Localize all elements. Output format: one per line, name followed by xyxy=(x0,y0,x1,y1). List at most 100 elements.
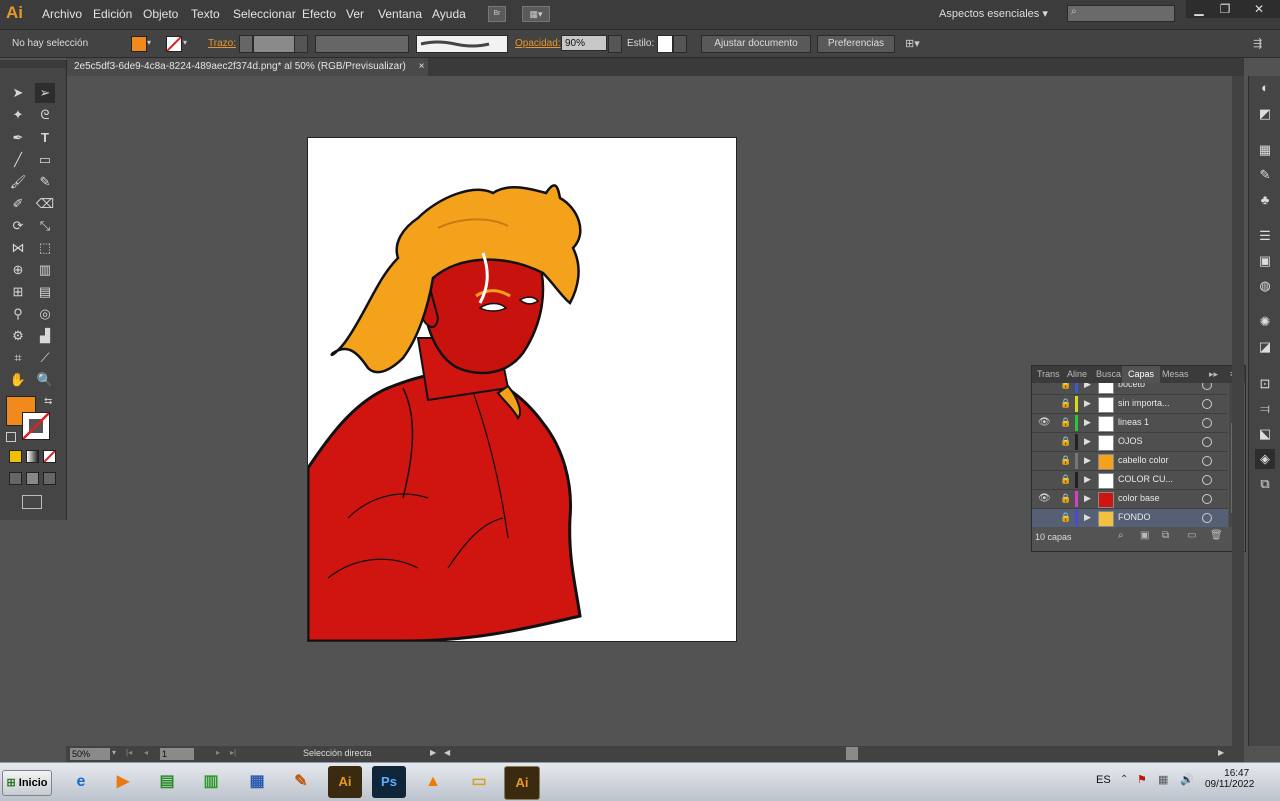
vlc-icon[interactable]: ▲ xyxy=(416,766,450,798)
expand-arrow-icon[interactable]: ▶ xyxy=(1084,474,1091,485)
lasso-tool-icon[interactable]: ᘓ xyxy=(35,105,55,125)
shape-builder-tool-icon[interactable]: ⊕ xyxy=(8,260,28,280)
zoom-input[interactable]: 50% xyxy=(70,748,110,760)
opacity-dropdown[interactable] xyxy=(608,35,622,53)
tab-layers[interactable]: Capas xyxy=(1122,366,1160,383)
expand-arrow-icon[interactable]: ▶ xyxy=(1084,455,1091,466)
illustrator-active-icon[interactable]: Ai xyxy=(504,766,540,800)
preferences-button[interactable]: Preferencias xyxy=(817,35,895,53)
fit-document-button[interactable]: Ajustar documento xyxy=(701,35,811,53)
stroke-color-swatch[interactable] xyxy=(166,36,182,52)
new-sublayer-icon[interactable]: ⧉ xyxy=(1162,530,1169,541)
graphic-style-swatch[interactable] xyxy=(657,35,673,53)
stroke-weight-dropdown[interactable] xyxy=(294,35,308,53)
monitor-icon[interactable]: ▤ xyxy=(150,766,184,798)
scroll-left-icon[interactable]: ◀ xyxy=(444,748,450,757)
magic-wand-tool-icon[interactable]: ✦ xyxy=(8,105,28,125)
fill-dropdown-icon[interactable]: ▾ xyxy=(147,36,157,50)
target-icon[interactable] xyxy=(1202,475,1212,485)
paintbrush-tool-icon[interactable]: 🖌 xyxy=(8,172,28,192)
first-artboard-icon[interactable]: |◂ xyxy=(126,748,132,757)
draw-behind-icon[interactable] xyxy=(26,472,39,485)
expand-arrow-icon[interactable]: ▶ xyxy=(1084,417,1091,428)
status-menu-arrow-icon[interactable]: ▶ xyxy=(430,748,436,757)
delete-layer-icon[interactable]: 🗑 xyxy=(1210,530,1223,541)
draw-normal-icon[interactable] xyxy=(9,472,22,485)
language-indicator[interactable]: ES xyxy=(1096,774,1111,786)
artboard-number-input[interactable]: 1 xyxy=(160,748,194,760)
scroll-right-icon[interactable]: ▶ xyxy=(1218,748,1224,757)
workspace-switcher[interactable]: Aspectos esenciales ▾ xyxy=(939,7,1048,20)
target-icon[interactable] xyxy=(1202,456,1212,466)
gradient-panel-icon[interactable]: ▣ xyxy=(1255,251,1275,271)
symbol-sprayer-tool-icon[interactable]: ⚙ xyxy=(8,326,28,346)
color-panel-icon[interactable]: ◐ xyxy=(1255,78,1275,98)
brush-definition[interactable] xyxy=(416,35,508,53)
graphic-style-dropdown[interactable] xyxy=(673,35,687,53)
calendar-icon[interactable]: ▦ xyxy=(240,766,274,798)
canvas-vertical-scrollbar[interactable] xyxy=(1232,76,1244,746)
artboard-tool-icon[interactable]: ⌗ xyxy=(8,348,28,368)
swatches-icon[interactable]: ▦ xyxy=(1255,140,1275,160)
folder-icon[interactable]: ▭ xyxy=(462,766,496,798)
target-icon[interactable] xyxy=(1202,399,1212,409)
eye-icon[interactable]: 👁 xyxy=(1038,417,1051,428)
action-center-icon[interactable]: ⚑ xyxy=(1137,773,1147,786)
type-tool-icon[interactable]: T xyxy=(35,128,55,148)
volume-icon[interactable]: 🔊 xyxy=(1180,773,1194,786)
menu-objeto[interactable]: Objeto xyxy=(143,7,178,21)
expand-arrow-icon[interactable]: ▶ xyxy=(1084,436,1091,447)
close-window-button[interactable]: ✕ xyxy=(1238,0,1280,18)
menu-texto[interactable]: Texto xyxy=(191,7,220,21)
layer-row[interactable]: 🔒 ▶ OJOS xyxy=(1032,433,1228,452)
clock[interactable]: 16:47 09/11/2022 xyxy=(1205,768,1254,790)
expand-arrow-icon[interactable]: ▶ xyxy=(1084,383,1091,390)
menu-ventana[interactable]: Ventana xyxy=(378,7,422,21)
search-input[interactable]: ⌕ xyxy=(1067,5,1175,22)
line-tool-icon[interactable]: ╱ xyxy=(8,150,28,170)
arrange-documents-icon[interactable]: ▦▾ xyxy=(522,6,550,22)
menu-ayuda[interactable]: Ayuda xyxy=(432,7,466,21)
lock-icon[interactable]: 🔒 xyxy=(1060,493,1071,503)
tab-search[interactable]: Busca xyxy=(1096,366,1121,383)
stroke-dropdown-icon[interactable]: ▾ xyxy=(183,36,193,50)
transparency-icon[interactable]: ◍ xyxy=(1255,276,1275,296)
collapse-panel-icon[interactable]: ▸▸ xyxy=(1209,366,1218,383)
pathfinder-icon[interactable]: ⬕ xyxy=(1255,424,1275,444)
slice-tool-icon[interactable]: ⟋ xyxy=(35,348,55,368)
network-icon[interactable]: ▦ xyxy=(1158,773,1168,786)
align-icon[interactable]: ⫤ xyxy=(1255,399,1275,419)
artboard[interactable] xyxy=(307,137,737,642)
lock-icon[interactable]: 🔒 xyxy=(1060,455,1071,465)
pencil-tool-icon[interactable]: ✎ xyxy=(35,172,55,192)
make-clipping-mask-icon[interactable]: ▣ xyxy=(1140,530,1149,541)
transform-icon[interactable]: ⊡ xyxy=(1255,374,1275,394)
screen-mode-icon[interactable] xyxy=(22,495,42,509)
close-tab-icon[interactable]: × xyxy=(419,61,425,72)
show-hidden-icons-icon[interactable]: ⌃ xyxy=(1120,774,1128,785)
menu-edicion[interactable]: Edición xyxy=(93,7,132,21)
menu-archivo[interactable]: Archivo xyxy=(42,7,82,21)
lock-icon[interactable]: 🔒 xyxy=(1060,512,1071,522)
chart-icon[interactable]: ▥ xyxy=(194,766,228,798)
target-icon[interactable] xyxy=(1202,383,1212,390)
prev-artboard-icon[interactable]: ◂ xyxy=(144,748,148,757)
free-transform-tool-icon[interactable]: ⬚ xyxy=(35,238,55,258)
scale-tool-icon[interactable]: ⤡ xyxy=(35,216,55,236)
target-icon[interactable] xyxy=(1202,494,1212,504)
brushes-icon[interactable]: ✎ xyxy=(1255,165,1275,185)
locate-object-icon[interactable]: ⌕ xyxy=(1118,530,1124,541)
artboards-icon[interactable]: ⧉ xyxy=(1255,474,1275,494)
zoom-dropdown-icon[interactable]: ▾ xyxy=(112,748,116,757)
horizontal-scroll-thumb[interactable] xyxy=(846,747,858,760)
stroke-weight-stepper[interactable] xyxy=(239,35,253,53)
symbols-icon[interactable]: ♣ xyxy=(1255,190,1275,210)
menu-ver[interactable]: Ver xyxy=(346,7,364,21)
layer-row[interactable]: 👁 🔒 ▶ lineas 1 xyxy=(1032,414,1228,433)
photoshop-icon[interactable]: Ps xyxy=(372,766,406,798)
align-options-icon[interactable]: ⊞▾ xyxy=(905,37,920,50)
hand-tool-icon[interactable]: ✋ xyxy=(8,370,28,390)
eye-icon[interactable]: 👁 xyxy=(1038,493,1051,504)
stroke-panel-icon[interactable]: ☰ xyxy=(1255,226,1275,246)
ie-icon[interactable]: e xyxy=(64,766,98,798)
